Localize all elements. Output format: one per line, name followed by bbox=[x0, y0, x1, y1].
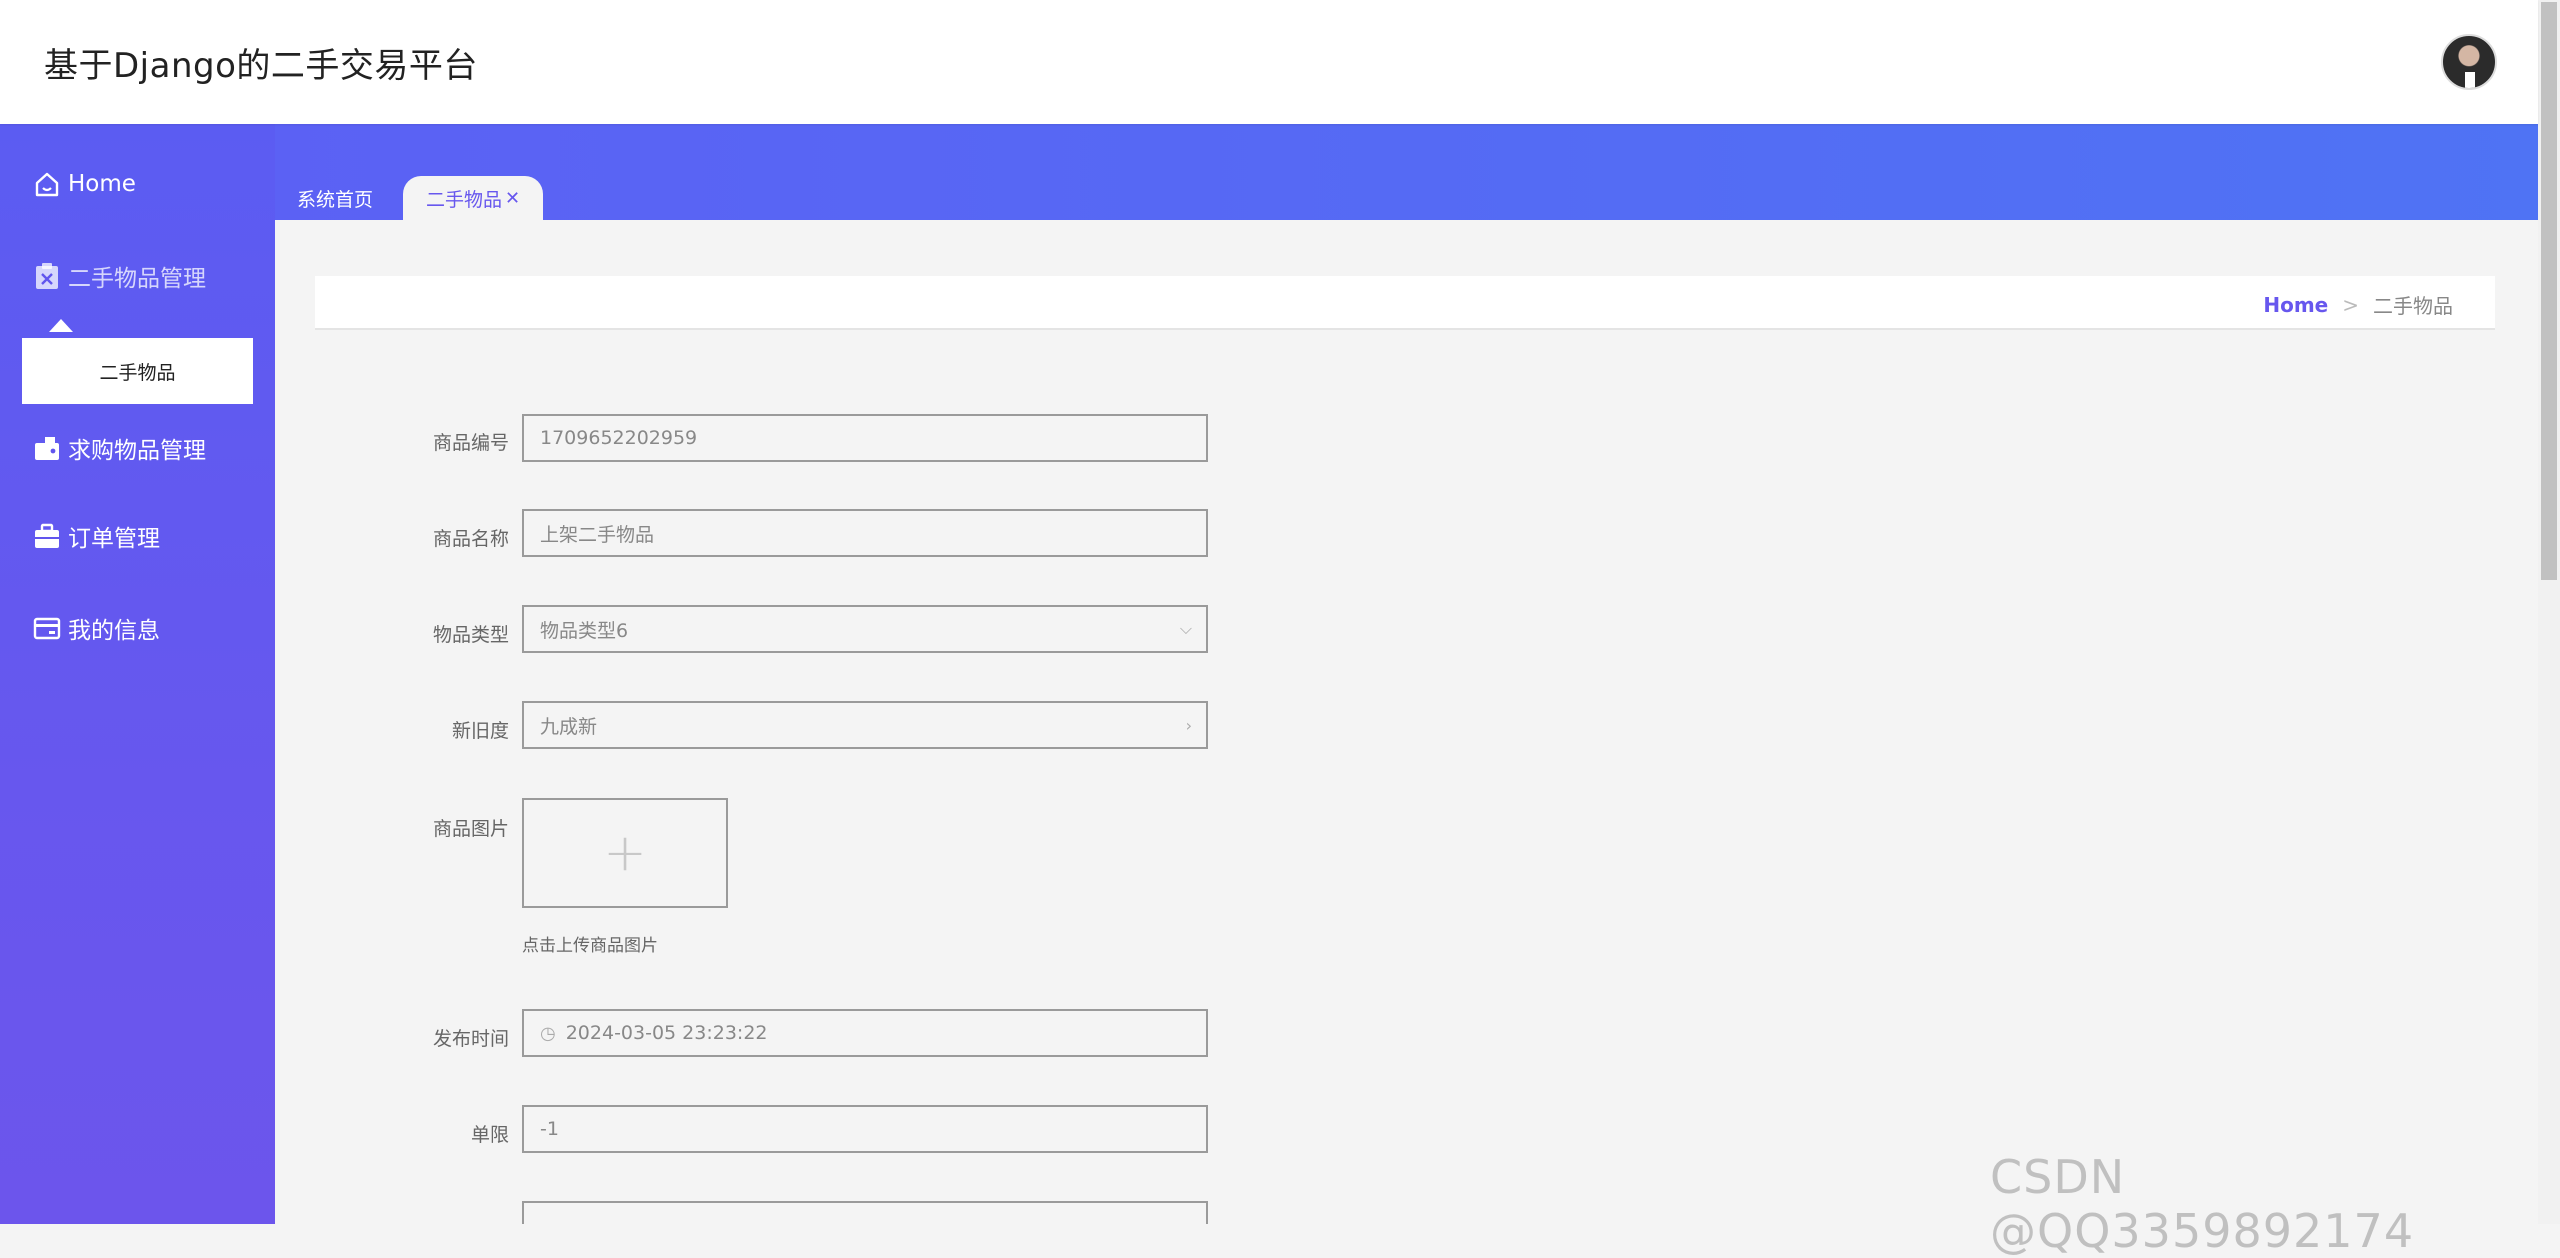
app-title: 基于Django的二手交易平台 bbox=[44, 46, 478, 86]
goods-name-field[interactable]: 上架二手物品 bbox=[522, 509, 1208, 557]
limit-label: 单限 bbox=[470, 1124, 509, 1146]
publish-time-label: 发布时间 bbox=[432, 1028, 509, 1050]
breadcrumb-current: 二手物品 bbox=[2373, 294, 2453, 318]
image-upload-button[interactable]: + bbox=[522, 798, 728, 908]
sidebar-item-label: 求购物品管理 bbox=[68, 438, 206, 464]
sidebar-item-label: 订单管理 bbox=[68, 526, 160, 552]
sidebar-item-home[interactable]: Home bbox=[32, 164, 136, 204]
home-icon bbox=[32, 169, 62, 199]
sidebar-subitem-secondhand-goods[interactable]: 二手物品 bbox=[22, 338, 253, 404]
tab-bar: 系统首页 二手物品 ✕ bbox=[275, 124, 2538, 220]
sidebar-item-myinfo[interactable]: 我的信息 bbox=[32, 608, 160, 648]
briefcase-icon bbox=[32, 521, 62, 551]
tab-secondhand-goods[interactable]: 二手物品 ✕ bbox=[403, 176, 543, 220]
scrollbar-thumb[interactable] bbox=[2541, 2, 2557, 580]
goods-no-label: 商品编号 bbox=[432, 432, 509, 454]
chevron-right-icon: › bbox=[1185, 715, 1192, 735]
sidebar-item-label: 我的信息 bbox=[68, 618, 160, 644]
next-field-partial[interactable] bbox=[522, 1201, 1208, 1224]
watermark: CSDN @QQ3359892174 bbox=[1990, 1150, 2415, 1258]
close-icon[interactable]: ✕ bbox=[505, 188, 520, 209]
sidebar-item-label: 二手物品管理 bbox=[68, 266, 206, 292]
sidebar: Home 二手物品管理 求购物品管理 订单管理 我的信息 bbox=[0, 124, 275, 1224]
breadcrumb-bar: Home > 二手物品 bbox=[315, 276, 2495, 330]
submenu-arrow bbox=[49, 319, 73, 332]
image-label: 商品图片 bbox=[432, 818, 509, 840]
sidebar-item-secondhand[interactable]: 二手物品管理 bbox=[32, 256, 206, 296]
publish-time-field[interactable]: ◷ 2024-03-05 23:23:22 bbox=[522, 1009, 1208, 1057]
goods-name-label: 商品名称 bbox=[432, 528, 509, 550]
limit-field[interactable]: -1 bbox=[522, 1105, 1208, 1153]
breadcrumb-separator: > bbox=[2342, 292, 2359, 317]
sidebar-item-orders[interactable]: 订单管理 bbox=[32, 516, 160, 556]
condition-select[interactable]: 九成新 › bbox=[522, 701, 1208, 749]
wallet-icon bbox=[32, 433, 62, 463]
tab-home[interactable]: 系统首页 bbox=[297, 176, 373, 220]
breadcrumb: Home > 二手物品 bbox=[2263, 290, 2453, 319]
type-select[interactable]: 物品类型6 ⌵ bbox=[522, 605, 1208, 653]
top-header: 基于Django的二手交易平台 bbox=[0, 0, 2538, 124]
goods-no-field[interactable]: 1709652202959 bbox=[522, 414, 1208, 462]
clipboard-x-icon bbox=[32, 261, 62, 291]
avatar[interactable] bbox=[2441, 34, 2497, 90]
upload-hint: 点击上传商品图片 bbox=[522, 936, 658, 956]
condition-label: 新旧度 bbox=[451, 720, 509, 742]
sidebar-item-label: Home bbox=[68, 171, 136, 197]
plus-icon: + bbox=[603, 823, 647, 883]
chevron-down-icon: ⌵ bbox=[1179, 619, 1192, 638]
sidebar-item-wanted[interactable]: 求购物品管理 bbox=[32, 428, 206, 468]
card-icon bbox=[32, 613, 62, 643]
type-label: 物品类型 bbox=[432, 624, 509, 646]
breadcrumb-home[interactable]: Home bbox=[2263, 293, 2328, 317]
clock-icon: ◷ bbox=[540, 1022, 556, 1044]
